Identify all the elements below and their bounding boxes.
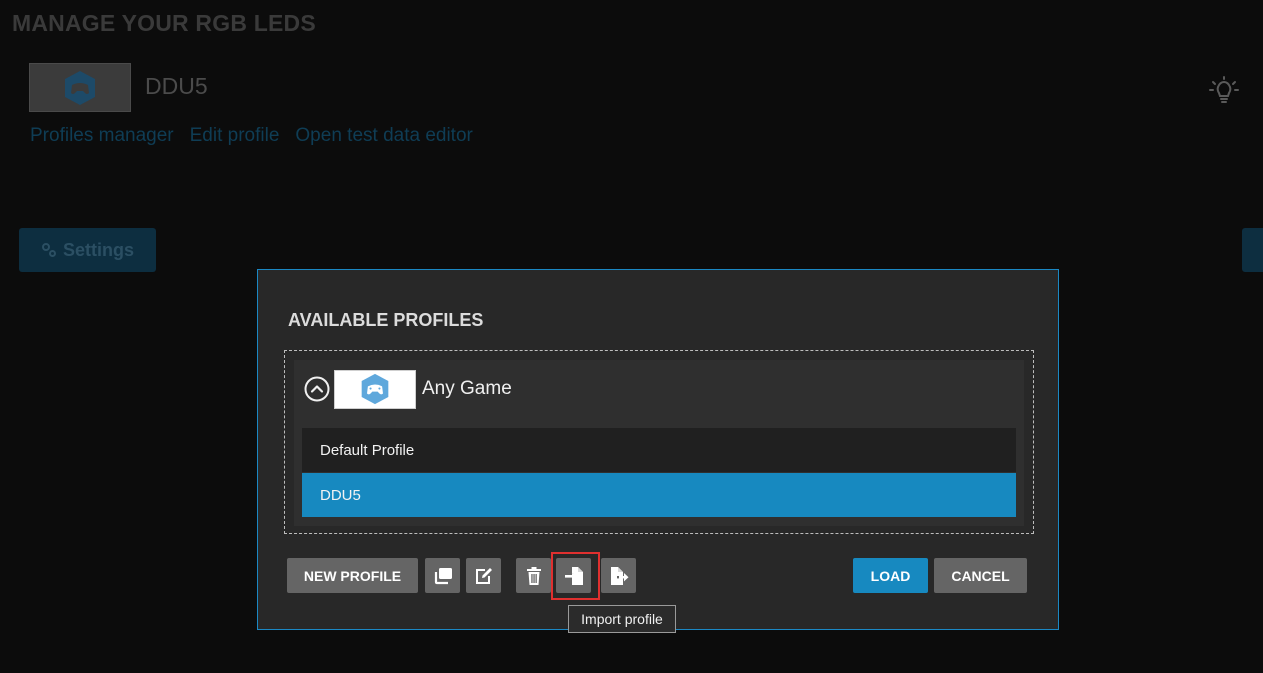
chevron-up-icon[interactable] xyxy=(304,376,330,402)
delete-profile-button[interactable] xyxy=(516,558,551,593)
link-profiles-manager[interactable]: Profiles manager xyxy=(30,125,174,147)
profile-item-default[interactable]: Default Profile xyxy=(302,428,1016,472)
profile-group-header[interactable]: Any Game xyxy=(294,360,1024,418)
import-profile-button[interactable] xyxy=(556,558,591,593)
duplicate-icon xyxy=(434,567,452,584)
edit-icon xyxy=(475,567,492,584)
link-open-test-data-editor[interactable]: Open test data editor xyxy=(295,125,472,147)
import-icon xyxy=(564,566,583,585)
gear-icon xyxy=(41,243,56,257)
device-thumbnail xyxy=(29,63,131,112)
import-profile-tooltip: Import profile xyxy=(568,605,676,633)
right-edge-button[interactable] xyxy=(1242,228,1263,272)
profiles-list-frame: Any Game Default Profile DDU5 xyxy=(284,350,1034,534)
profile-item-label: DDU5 xyxy=(320,486,361,504)
profile-group: Any Game Default Profile DDU5 xyxy=(294,360,1024,526)
page-title: MANAGE YOUR RGB LEDS xyxy=(12,10,316,36)
gamepad-icon xyxy=(361,373,389,405)
game-name: Any Game xyxy=(422,378,512,399)
lightbulb-icon[interactable] xyxy=(1208,76,1240,108)
settings-label: Settings xyxy=(62,239,134,260)
duplicate-profile-button[interactable] xyxy=(425,558,460,593)
settings-button[interactable]: Settings xyxy=(19,228,156,272)
new-profile-button[interactable]: NEW PROFILE xyxy=(287,558,418,593)
game-thumbnail xyxy=(334,369,416,409)
profile-item-label: Default Profile xyxy=(320,441,415,459)
trash-icon xyxy=(526,566,541,585)
profile-links: Profiles manager Edit profile Open test … xyxy=(30,125,473,147)
link-edit-profile[interactable]: Edit profile xyxy=(190,125,280,147)
gamepad-icon xyxy=(65,70,95,105)
edit-profile-button[interactable] xyxy=(466,558,501,593)
device-name: DDU5 xyxy=(145,73,208,99)
export-profile-button[interactable] xyxy=(601,558,636,593)
export-icon xyxy=(610,566,628,585)
dialog-title: AVAILABLE PROFILES xyxy=(288,310,484,330)
cancel-button[interactable]: CANCEL xyxy=(934,558,1027,593)
available-profiles-dialog: AVAILABLE PROFILES Any Game Default Prof… xyxy=(257,269,1059,633)
load-button[interactable]: LOAD xyxy=(853,558,928,593)
profile-item-ddu5[interactable]: DDU5 xyxy=(302,473,1016,517)
